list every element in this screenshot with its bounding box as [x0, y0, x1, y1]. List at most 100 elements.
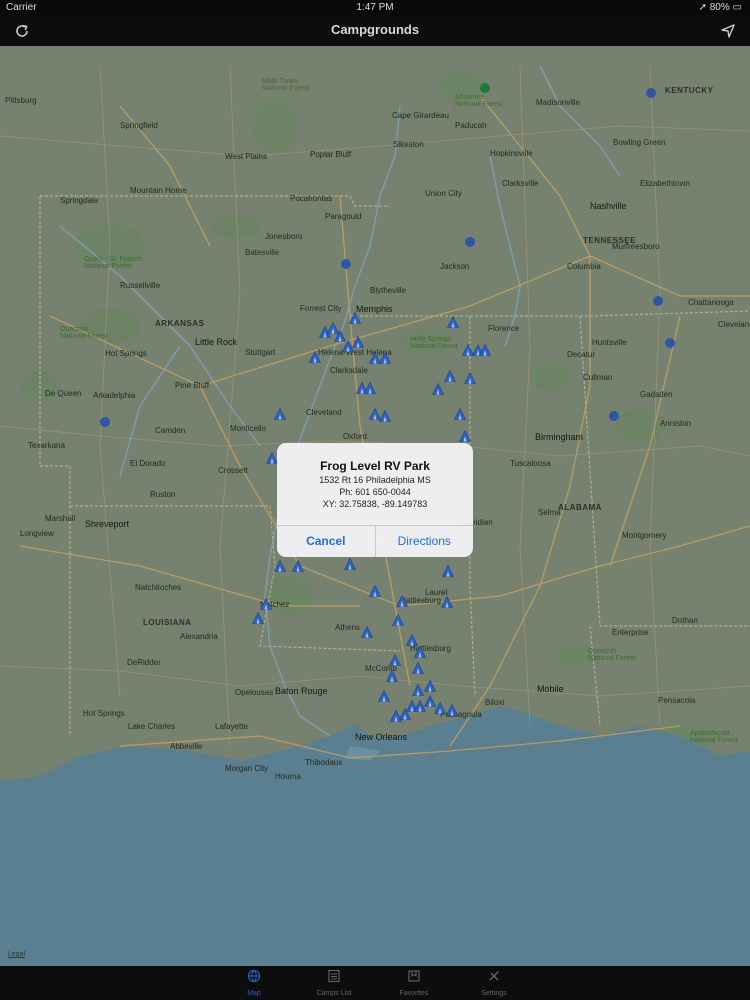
city-label: Elizabethtown [640, 179, 690, 188]
tent-icon[interactable] [274, 408, 286, 420]
tent-icon[interactable] [292, 560, 304, 572]
city-label: Chattanooga [688, 298, 734, 307]
tent-icon[interactable] [434, 702, 446, 714]
city-label: Gadsden [640, 390, 673, 399]
tent-icon[interactable] [309, 351, 321, 363]
status-bar: Carrier 1:47 PM ➚ 80% ▭ [0, 0, 750, 16]
tent-icon[interactable] [441, 596, 453, 608]
city-label: Abbeville [170, 742, 203, 751]
tab-camps-list[interactable]: Camps List [299, 969, 369, 997]
city-label: Houma [275, 772, 301, 781]
campground-alert: Frog Level RV Park 1532 Rt 16 Philadelph… [277, 443, 473, 557]
alert-buttons: Cancel Directions [277, 525, 473, 557]
tent-icon[interactable] [252, 612, 264, 624]
city-label: Thibodaux [305, 758, 343, 767]
legal-link[interactable]: Legal [8, 951, 25, 958]
tent-icon[interactable] [349, 312, 361, 324]
tent-icon[interactable] [396, 595, 408, 607]
tent-icon[interactable] [412, 662, 424, 674]
tent-icon[interactable] [414, 646, 426, 658]
city-label: Hot Springs [105, 349, 147, 358]
city-label: Enterprise [612, 628, 649, 637]
city-label: Pittsburg [5, 96, 37, 105]
state-label: ARKANSAS [155, 319, 205, 328]
city-label: Blytheville [370, 286, 407, 295]
city-label: Mobile [537, 684, 564, 694]
city-label: Dothan [672, 616, 698, 625]
tent-icon[interactable] [392, 614, 404, 626]
tools-icon [489, 971, 499, 981]
city-label: DeRidder [127, 658, 161, 667]
tent-icon[interactable] [454, 408, 466, 420]
tent-icon[interactable] [442, 565, 454, 577]
tent-icon[interactable] [432, 383, 444, 395]
state-label: KENTUCKY [665, 86, 714, 95]
tent-icon[interactable] [361, 626, 373, 638]
tent-icon[interactable] [389, 654, 401, 666]
tent-icon[interactable] [274, 560, 286, 572]
city-label: Biloxi [485, 698, 505, 707]
city-label: Nashville [590, 201, 627, 211]
state-label: LOUISIANA [143, 618, 192, 627]
city-label: Texarkana [28, 441, 65, 450]
city-label: Clarksville [502, 179, 539, 188]
tent-icon[interactable] [459, 430, 471, 442]
city-label: Pensacola [658, 696, 696, 705]
tent-icon[interactable] [447, 316, 459, 328]
tent-icon[interactable] [364, 382, 376, 394]
tent-icon[interactable] [352, 336, 364, 348]
tent-icon[interactable] [386, 670, 398, 682]
battery-percent: 80% [709, 2, 730, 13]
tent-icon[interactable] [378, 690, 390, 702]
city-label: Murfreesboro [612, 242, 660, 251]
city-label: Selma [538, 508, 561, 517]
tent-icon[interactable] [379, 410, 391, 422]
tab-label: Map [247, 990, 261, 997]
tab-label: Camps List [316, 990, 352, 997]
cancel-button[interactable]: Cancel [277, 526, 375, 557]
city-label: De Queen [45, 389, 82, 398]
tent-icon[interactable] [260, 598, 272, 610]
city-label: Forrest City [300, 304, 342, 313]
tent-icon[interactable] [379, 352, 391, 364]
tab-settings[interactable]: Settings [459, 969, 529, 997]
tent-icon[interactable] [446, 704, 458, 716]
tent-icon[interactable] [369, 585, 381, 597]
city-label: Alexandria [180, 632, 218, 641]
city-label: Cape Girardeau [392, 111, 449, 120]
tent-icon[interactable] [479, 344, 491, 356]
tab-favorites[interactable]: Favorites [379, 969, 449, 997]
tent-icon[interactable] [344, 558, 356, 570]
city-label: Morgan City [225, 764, 269, 773]
tent-icon[interactable] [412, 684, 424, 696]
location-arrow-icon[interactable] [718, 21, 738, 41]
city-label: Natchitoches [135, 583, 182, 592]
city-label: Pocahontas [290, 194, 333, 203]
alert-phone: Ph: 601 650-0044 [339, 487, 411, 497]
city-label: Shreveport [85, 519, 130, 529]
city-label: Paragould [325, 212, 362, 221]
city-label: Paducah [455, 121, 487, 130]
tent-icon[interactable] [464, 372, 476, 384]
forest-label: Ozark - St. Francis National Forest [84, 256, 143, 270]
forest-label: Shawnee National Forest [455, 94, 503, 108]
tent-icon[interactable] [424, 680, 436, 692]
city-label: Monticello [230, 424, 267, 433]
city-label: Hot Springs [83, 709, 125, 718]
navigation-bar: Campgrounds [0, 16, 750, 46]
tab-label: Favorites [399, 990, 429, 997]
city-label: Decatur [567, 350, 596, 359]
city-label: Cleveland [306, 408, 342, 417]
city-label: Lafayette [215, 722, 248, 731]
battery-indicator: ➚ 80% ▭ [698, 2, 742, 13]
forest-label: Conecuh National Forest [588, 648, 636, 662]
tab-map[interactable]: Map [219, 969, 289, 997]
city-label: Huntsville [592, 338, 627, 347]
tent-icon[interactable] [444, 370, 456, 382]
city-label: Crossett [218, 466, 248, 475]
city-label: Pine Bluff [175, 381, 210, 390]
city-label: Columbia [567, 262, 601, 271]
tent-icon[interactable] [406, 634, 418, 646]
alert-coordinates: XY: 32.75838, -89.149783 [322, 499, 428, 509]
directions-button[interactable]: Directions [374, 526, 474, 557]
